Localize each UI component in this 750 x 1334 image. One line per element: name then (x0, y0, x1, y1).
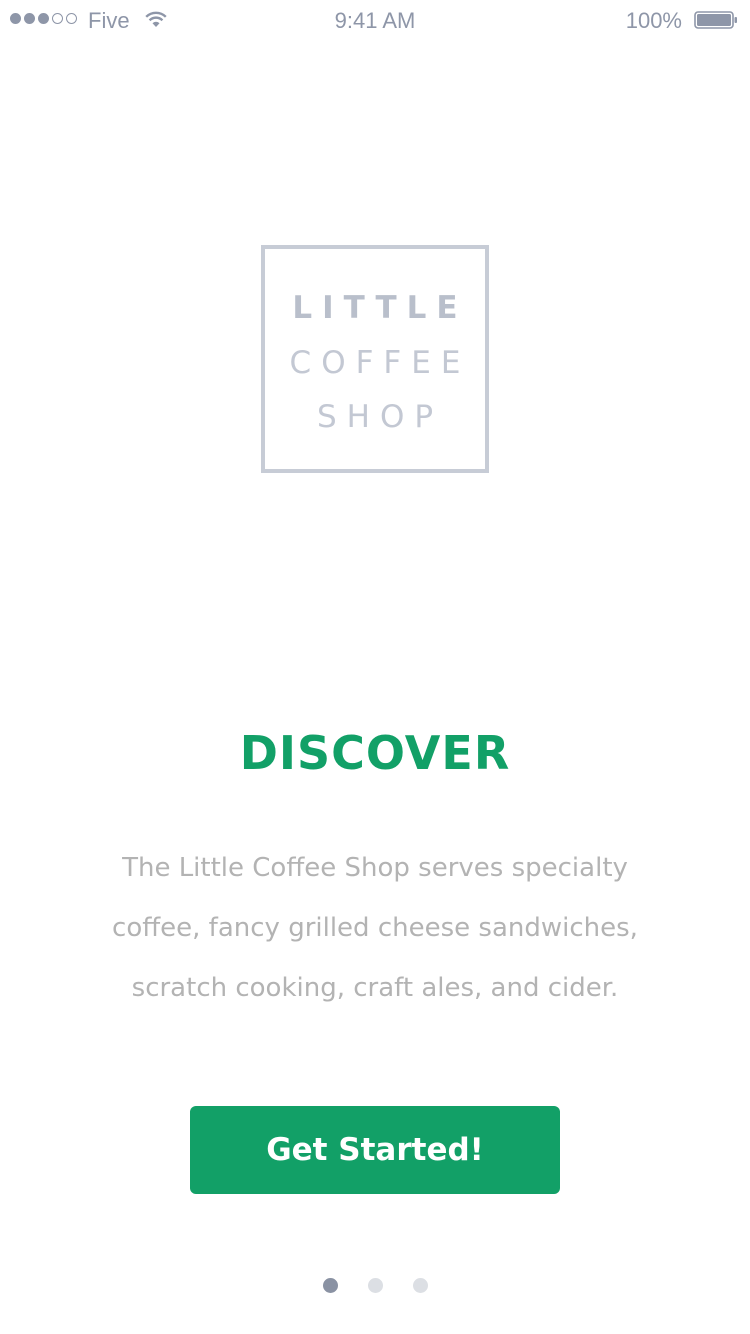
page-dot[interactable] (322, 1278, 338, 1293)
logo-word-coffee: COFFEE (289, 345, 471, 381)
battery-percentage: 100% (625, 8, 682, 33)
status-bar: Five 9:41 AM 100% (0, 0, 750, 40)
shop-logo: LITTLE COFFEE SHOP (261, 245, 489, 473)
logo-word-shop: SHOP (316, 399, 444, 435)
logo-word-little: LITTLE (292, 290, 468, 326)
onboarding-description: The Little Coffee Shop serves specialty … (112, 853, 638, 1003)
onboarding-title: DISCOVER (239, 726, 511, 780)
page-dot[interactable] (367, 1278, 383, 1293)
get-started-button[interactable]: Get Started! (190, 1106, 560, 1194)
page-indicator[interactable] (0, 1278, 750, 1293)
page-dot[interactable] (412, 1278, 428, 1293)
battery-icon (694, 11, 737, 29)
